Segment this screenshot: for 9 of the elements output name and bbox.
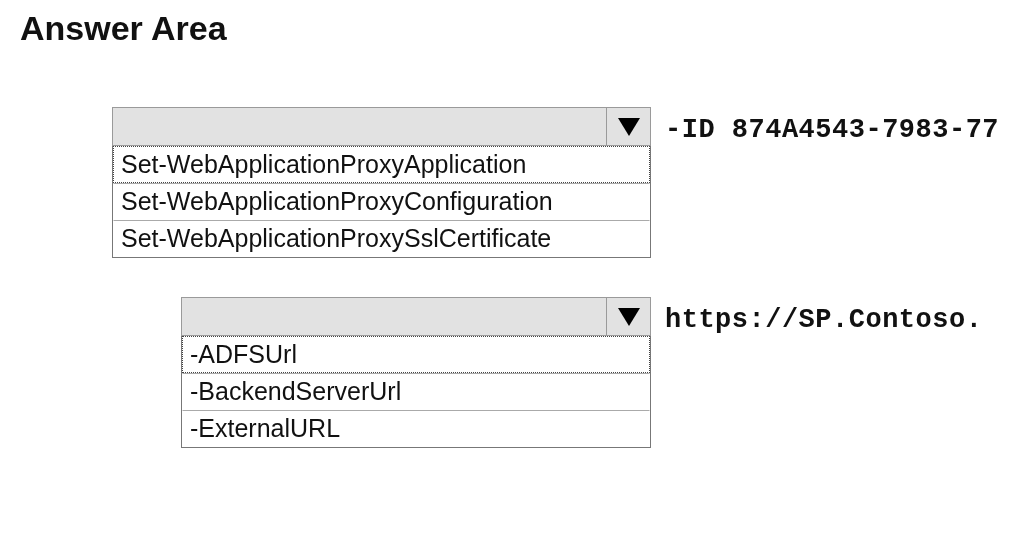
code-text: -ID 874A4543-7983-77 — [665, 114, 1000, 148]
caret-icon — [617, 117, 640, 136]
dropdown-header[interactable] — [112, 107, 651, 147]
dropdown-option[interactable]: -ADFSUrl — [182, 336, 650, 374]
dropdown-header[interactable] — [181, 297, 651, 337]
dropdown-option[interactable]: Set-WebApplicationProxyApplication — [113, 146, 650, 184]
code-text: https://SP.Contoso. — [665, 304, 983, 338]
answer-area-title: Answer Area — [20, 10, 228, 48]
caret-icon — [617, 307, 640, 326]
